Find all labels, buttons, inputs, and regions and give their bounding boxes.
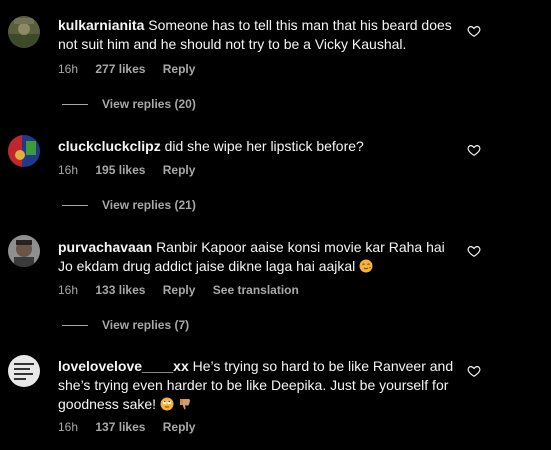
kissing-face-emoji-icon — [359, 259, 373, 273]
like-heart-icon[interactable] — [467, 244, 481, 258]
view-replies-button[interactable]: View replies (21) — [62, 198, 196, 212]
avatar[interactable] — [8, 135, 40, 167]
comment-meta: 16h 137 likes Reply — [58, 420, 209, 434]
replies-divider-line — [62, 205, 88, 207]
comment-username[interactable]: cluckcluckclipz — [58, 138, 161, 154]
thumbs-down-emoji-icon — [179, 399, 190, 410]
comment-likes[interactable]: 195 likes — [95, 163, 145, 177]
comment-meta: 16h 133 likes Reply See translation — [58, 283, 313, 297]
comment-time[interactable]: 16h — [58, 420, 78, 434]
replies-divider-line — [62, 325, 88, 327]
rolling-eyes-emoji-icon — [160, 397, 174, 411]
reply-button[interactable]: Reply — [163, 163, 196, 177]
view-replies-button[interactable]: View replies (20) — [62, 97, 196, 111]
comment-time[interactable]: 16h — [58, 62, 78, 76]
avatar[interactable] — [8, 16, 40, 48]
replies-divider-line — [62, 104, 88, 106]
comment-likes[interactable]: 133 likes — [95, 283, 145, 297]
reply-button[interactable]: Reply — [163, 420, 196, 434]
comment-body: kulkarnianita Someone has to tell this m… — [58, 16, 456, 54]
comment-time[interactable]: 16h — [58, 283, 78, 297]
comment-body: lovelovelove____xx He’s trying so hard t… — [58, 357, 456, 414]
avatar[interactable] — [8, 355, 40, 387]
comment-meta: 16h 195 likes Reply — [58, 163, 209, 177]
comment-username[interactable]: kulkarnianita — [58, 17, 144, 33]
comment-time[interactable]: 16h — [58, 163, 78, 177]
like-heart-icon[interactable] — [467, 24, 481, 38]
comment-meta: 16h 277 likes Reply — [58, 62, 209, 76]
like-heart-icon[interactable] — [467, 364, 481, 378]
view-replies-label: View replies (20) — [102, 97, 196, 111]
comment-username[interactable]: purvachavaan — [58, 239, 152, 255]
reply-button[interactable]: Reply — [163, 62, 196, 76]
see-translation-button[interactable]: See translation — [213, 283, 299, 297]
reply-button[interactable]: Reply — [163, 283, 196, 297]
comment-text: did she wipe her lipstick before? — [164, 138, 364, 154]
comment-username[interactable]: lovelovelove____xx — [58, 358, 189, 374]
view-replies-label: View replies (21) — [102, 198, 196, 212]
avatar[interactable] — [8, 235, 40, 267]
comment-likes[interactable]: 277 likes — [95, 62, 145, 76]
comment-likes[interactable]: 137 likes — [95, 420, 145, 434]
comment-body: purvachavaan Ranbir Kapoor aaise konsi m… — [58, 238, 456, 276]
comment-body: cluckcluckclipz did she wipe her lipstic… — [58, 137, 456, 156]
like-heart-icon[interactable] — [467, 143, 481, 157]
view-replies-button[interactable]: View replies (7) — [62, 318, 189, 332]
view-replies-label: View replies (7) — [102, 318, 190, 332]
